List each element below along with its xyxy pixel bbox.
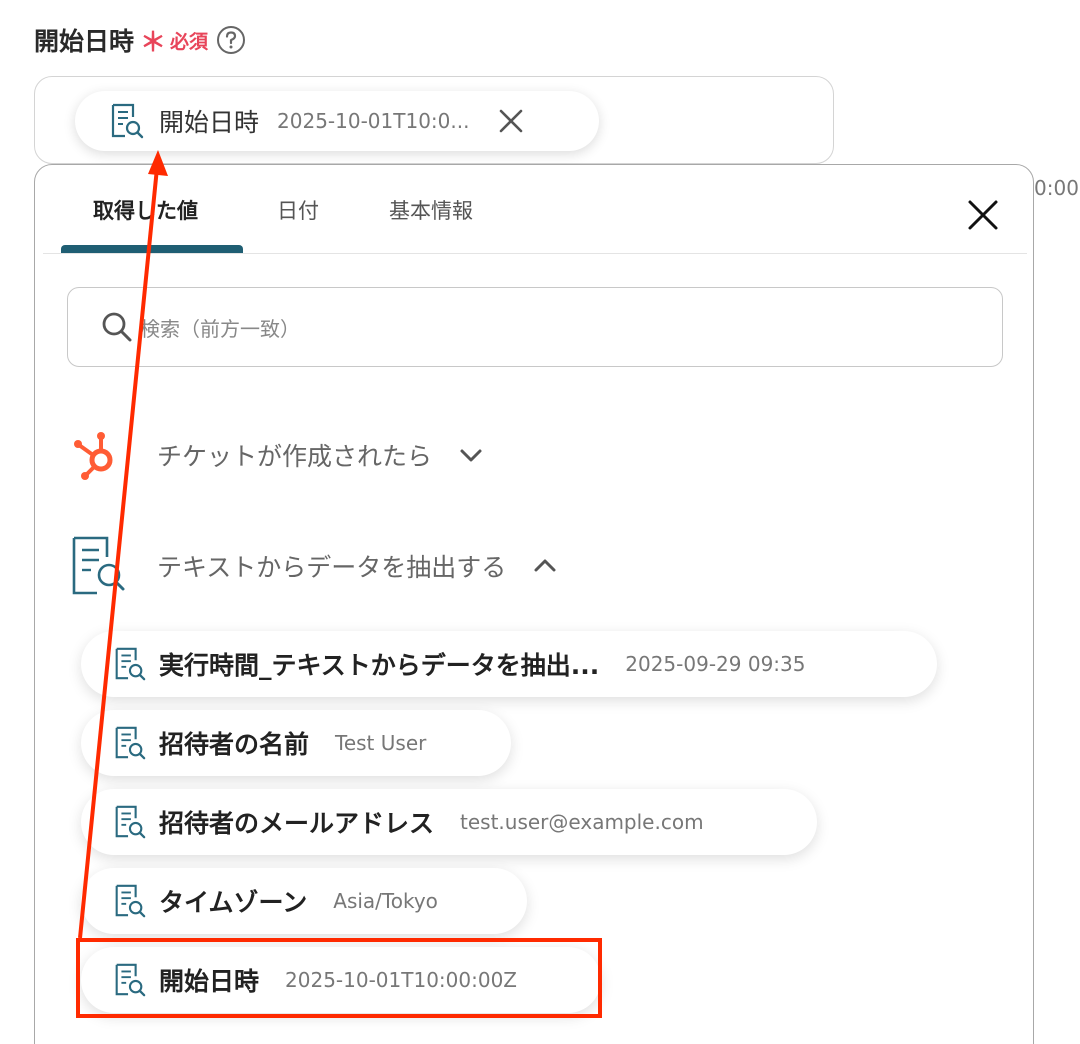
document-search-icon <box>115 963 146 997</box>
item-value: Asia/Tokyo <box>333 889 438 913</box>
item-label: 開始日時 <box>159 967 260 996</box>
chip-label: 開始日時 <box>159 108 260 137</box>
document-search-icon <box>115 805 146 839</box>
group-label: テキストからデータを抽出する <box>157 553 507 582</box>
question-circle-icon[interactable] <box>216 25 246 55</box>
active-tab-indicator <box>61 245 243 253</box>
list-item[interactable]: 招待者のメールアドレス test.user@example.com <box>81 789 817 855</box>
tab-acquired-values[interactable]: 取得した値 <box>93 195 198 225</box>
field-label: 開始日時 <box>34 27 135 56</box>
group-extract-data[interactable]: テキストからデータを抽出する <box>71 535 558 597</box>
item-value: 2025-09-29 09:35 <box>625 652 806 676</box>
search-placeholder: 検索（前方一致） <box>140 316 300 341</box>
list-item[interactable]: タイムゾーン Asia/Tokyo <box>81 868 527 934</box>
chip-value: 2025-10-01T10:0... <box>277 109 470 133</box>
value-picker-popup: 取得した値 日付 基本情報 検索（前方一致） チケットが作成されたら テキストか… <box>34 164 1034 1044</box>
tab-basic-info[interactable]: 基本情報 <box>389 195 473 225</box>
hubspot-logo-icon <box>74 432 113 480</box>
item-value: Test User <box>335 731 427 755</box>
tab-bar: 取得した値 日付 基本情報 <box>43 165 1027 254</box>
list-item[interactable]: 招待者の名前 Test User <box>81 710 511 776</box>
item-label: 招待者の名前 <box>159 730 310 759</box>
required-label: 必須 <box>170 30 209 53</box>
field-label-row: 開始日時 ＊ 必須 <box>34 20 246 60</box>
group-label: チケットが作成されたら <box>157 442 433 471</box>
search-icon <box>102 312 132 342</box>
required-asterisk: ＊ <box>140 27 167 58</box>
list-item[interactable]: 開始日時 2025-10-01T10:00:00Z <box>81 947 601 1013</box>
item-label: 実行時間_テキストからデータを抽出... <box>159 651 600 680</box>
document-search-icon <box>115 726 146 760</box>
close-icon[interactable] <box>497 107 525 135</box>
clipped-background-text: 0:00 <box>1034 176 1079 200</box>
start-datetime-field[interactable]: 開始日時 2025-10-01T10:0... <box>34 76 834 164</box>
selected-value-chip[interactable]: 開始日時 2025-10-01T10:0... <box>75 91 599 151</box>
item-label: 招待者のメールアドレス <box>159 809 435 838</box>
group-ticket-created[interactable]: チケットが作成されたら <box>71 427 484 483</box>
list-item[interactable]: 実行時間_テキストからデータを抽出... 2025-09-29 09:35 <box>81 631 937 697</box>
close-icon[interactable] <box>965 197 1001 233</box>
document-search-icon <box>111 103 144 139</box>
item-value: test.user@example.com <box>460 810 704 834</box>
item-value: 2025-10-01T10:00:00Z <box>285 968 517 992</box>
chevron-down-icon <box>460 449 482 462</box>
tab-date[interactable]: 日付 <box>277 195 319 225</box>
document-search-icon <box>115 647 146 681</box>
document-search-icon <box>115 884 146 918</box>
chevron-up-icon <box>534 559 556 572</box>
item-label: タイムゾーン <box>159 888 308 917</box>
search-input[interactable]: 検索（前方一致） <box>67 287 1003 367</box>
document-search-icon <box>72 536 125 595</box>
